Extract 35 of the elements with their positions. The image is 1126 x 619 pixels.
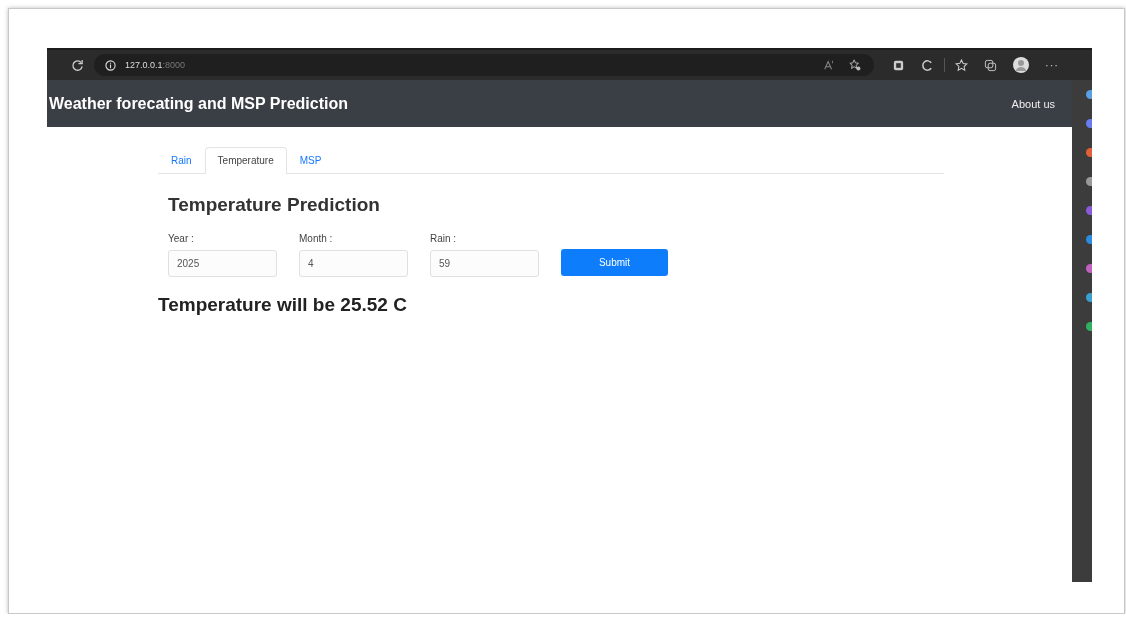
refresh-icon[interactable] xyxy=(921,58,934,72)
app-icon[interactable] xyxy=(1086,90,1092,99)
form-title: Temperature Prediction xyxy=(168,194,381,216)
app-icon[interactable] xyxy=(1086,293,1092,302)
app-icon[interactable] xyxy=(1086,119,1092,128)
tab[interactable]: Rain xyxy=(158,147,205,174)
input-field[interactable]: 2025 xyxy=(168,250,277,277)
address-bar[interactable]: 127.0.0.1:8000 xyxy=(94,54,874,76)
collections-icon[interactable] xyxy=(984,58,997,72)
star-plus-icon[interactable] xyxy=(849,59,861,71)
app-icon[interactable] xyxy=(1086,322,1092,331)
app-icon[interactable] xyxy=(1086,206,1092,215)
nav-link[interactable]: About us xyxy=(1011,97,1055,110)
info-icon[interactable] xyxy=(105,59,116,71)
tab[interactable]: MSP xyxy=(286,147,335,174)
app-icon[interactable] xyxy=(1086,177,1092,186)
tab[interactable]: Temperature xyxy=(204,147,287,174)
brand-title[interactable]: Weather forecating and MSP Prediction xyxy=(49,94,349,113)
reload-icon[interactable] xyxy=(71,58,84,72)
app-icon[interactable] xyxy=(1086,235,1092,244)
read-aloud-icon[interactable] xyxy=(823,59,835,71)
field-label: Year : xyxy=(168,233,195,244)
submit-button[interactable]: Submit xyxy=(561,249,668,276)
field-label: Rain : xyxy=(430,233,458,244)
input-field[interactable]: 59 xyxy=(430,250,539,277)
square-icon[interactable] xyxy=(892,58,905,72)
avatar-icon[interactable] xyxy=(1013,57,1029,73)
input-field[interactable]: 4 xyxy=(299,250,408,277)
url-text: 127.0.0.1:8000 xyxy=(125,60,186,70)
star-icon[interactable] xyxy=(955,58,968,72)
result-text: Temperature will be 25.52 C xyxy=(158,294,408,316)
more-button[interactable]: ··· xyxy=(1045,59,1059,71)
app-icon[interactable] xyxy=(1086,264,1092,273)
app-icon[interactable] xyxy=(1086,148,1092,157)
field-label: Month : xyxy=(299,233,334,244)
